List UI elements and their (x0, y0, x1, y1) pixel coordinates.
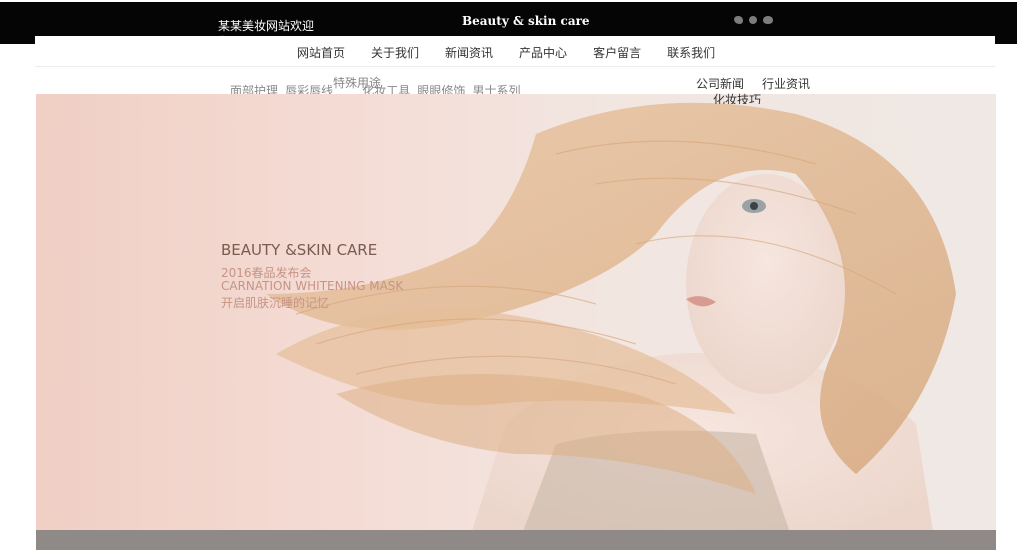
nav-item-news[interactable]: 新闻资讯 (445, 44, 493, 61)
hero-subtitle-2: CARNATION WHITENING MASK (221, 279, 404, 293)
nav-item-home[interactable]: 网站首页 (297, 44, 345, 61)
submenu-item[interactable]: 唇彩唇线 (285, 82, 333, 94)
hero-banner: BEAUTY &SKIN CARE 2016春品发布会 CARNATION WH… (36, 94, 996, 550)
nav-item-about[interactable]: 关于我们 (371, 44, 419, 61)
wechat-icon[interactable] (763, 16, 773, 24)
nav-item-products[interactable]: 产品中心 (519, 44, 567, 61)
submenu-item-industry-news[interactable]: 行业资讯 (762, 75, 810, 92)
weibo-icon[interactable] (734, 16, 743, 24)
hero-heading: BEAUTY &SKIN CARE (221, 241, 378, 259)
submenu-item-company-news[interactable]: 公司新闻 (696, 75, 744, 92)
main-nav: 网站首页 关于我们 新闻资讯 产品中心 客户留言 联系我们 (297, 44, 715, 61)
submenu-item[interactable]: 男士系列 (472, 82, 520, 94)
nav-item-messages[interactable]: 客户留言 (593, 44, 641, 61)
main-nav-bar: 网站首页 关于我们 新闻资讯 产品中心 客户留言 联系我们 (35, 36, 995, 67)
hero-subtitle-3: 开启肌肤沉睡的记忆 (221, 296, 330, 310)
submenu-item[interactable]: 面部护理 (230, 82, 278, 94)
submenu-item-clip: 化妆技巧 (713, 91, 773, 104)
submenu-item[interactable]: 化妆工具 (362, 82, 410, 94)
qq-icon[interactable] (749, 16, 757, 24)
hero-model-image (266, 102, 956, 550)
submenu-item[interactable]: 眼眼修饰 (417, 82, 465, 94)
nav-item-contact[interactable]: 联系我们 (667, 44, 715, 61)
product-submenu: 面部护理 唇彩唇线 化妆工具 眼眼修饰 男士系列 (230, 80, 540, 94)
hero-bottom-strip (36, 530, 996, 550)
social-icons (734, 16, 773, 24)
submenu-item-makeup-tips[interactable]: 化妆技巧 (713, 91, 773, 104)
brand-logo-text[interactable]: Beauty & skin care (462, 14, 590, 28)
